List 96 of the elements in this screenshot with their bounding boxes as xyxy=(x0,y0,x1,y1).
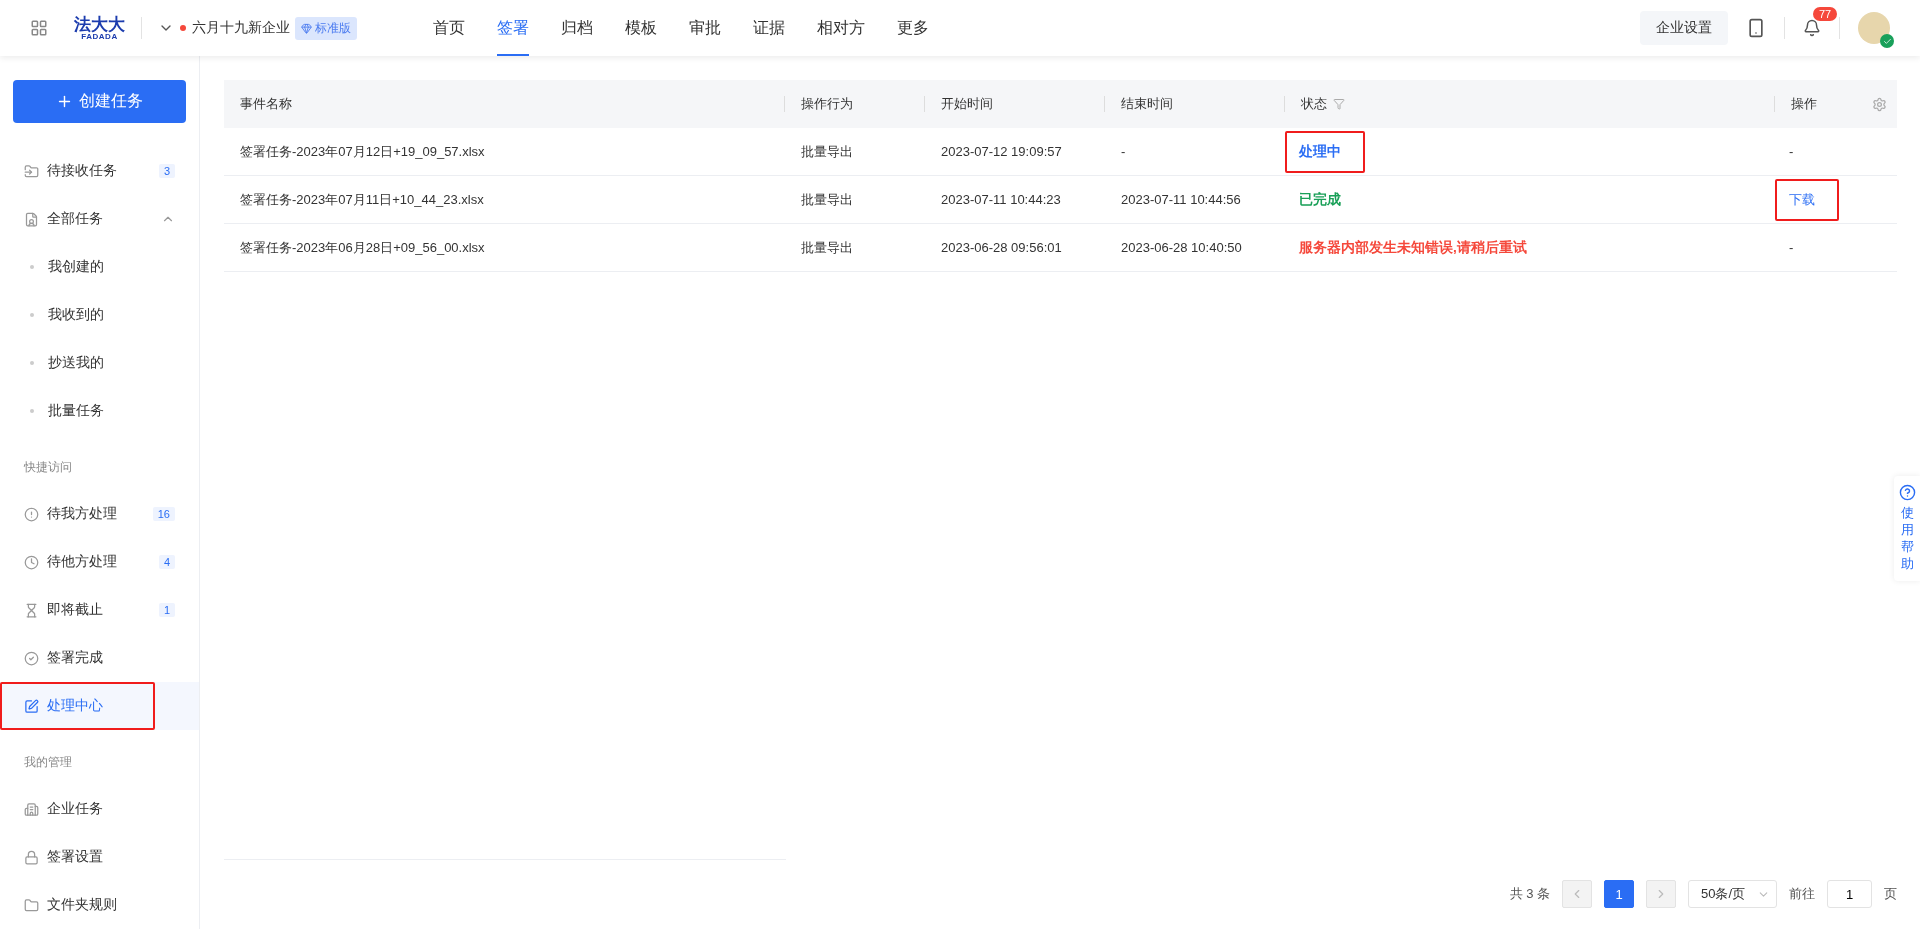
count-badge: 16 xyxy=(152,507,175,521)
count-badge: 1 xyxy=(158,603,175,617)
sidebar-item-label: 全部任务 xyxy=(47,210,103,228)
sidebar-item-label: 待我方处理 xyxy=(47,505,117,523)
nav-tab[interactable]: 模板 xyxy=(625,0,657,56)
table-cell: 2023-07-11 10:44:23 xyxy=(925,176,1105,224)
download-link[interactable]: 下载 xyxy=(1789,191,1815,207)
filter-icon[interactable] xyxy=(1333,98,1345,110)
table-cell: 批量导出 xyxy=(785,176,925,224)
sidebar-item-label: 企业任务 xyxy=(47,800,103,818)
nav-tab[interactable]: 更多 xyxy=(897,0,929,56)
folder-arrow-icon xyxy=(24,163,39,179)
table-cell: 批量导出 xyxy=(785,128,925,176)
count-badge: 3 xyxy=(158,164,175,178)
sidebar-subitem[interactable]: 批量任务 xyxy=(0,387,199,435)
enterprise-settings-button[interactable]: 企业设置 xyxy=(1640,11,1728,45)
sidebar-item-label: 处理中心 xyxy=(47,697,103,715)
check-circle-icon xyxy=(24,650,39,666)
table-cell: 批量导出 xyxy=(785,224,925,272)
sidebar-item[interactable]: 待我方处理 16 xyxy=(0,490,199,538)
company-name: 六月十九新企业 xyxy=(192,19,290,37)
sidebar-item[interactable]: 企业任务 xyxy=(0,785,199,833)
status-text: 处理中 xyxy=(1299,143,1341,159)
table-cell: 签署任务-2023年07月11日+10_44_23.xlsx xyxy=(224,176,785,224)
create-task-button[interactable]: 创建任务 xyxy=(13,80,186,123)
sidebar-item[interactable]: 待接收任务 3 xyxy=(0,147,199,195)
sidebar-item[interactable]: 签署完成 xyxy=(0,634,199,682)
help-tab[interactable]: 使用帮助 xyxy=(1894,476,1920,581)
table-cell: - xyxy=(1105,128,1285,176)
edition-tag: 标准版 xyxy=(295,16,357,40)
help-icon xyxy=(1898,484,1916,501)
sidebar-item-label: 待接收任务 xyxy=(47,162,117,180)
nav-tab[interactable]: 审批 xyxy=(689,0,721,56)
lock-icon xyxy=(24,849,39,865)
sidebar-item-label: 待他方处理 xyxy=(47,553,117,571)
page-size-select[interactable]: 50条/页 xyxy=(1688,880,1777,908)
sidebar-item[interactable]: 待他方处理 4 xyxy=(0,538,199,586)
nav-tab[interactable]: 签署 xyxy=(497,0,529,56)
sidebar-item-label: 即将截止 xyxy=(47,601,103,619)
sidebar-item[interactable]: 签署设置 xyxy=(0,833,199,881)
table-cell: 签署任务-2023年07月12日+19_09_57.xlsx xyxy=(224,128,785,176)
status-text: 服务器内部发生未知错误,请稍后重试 xyxy=(1299,239,1527,255)
folder-icon xyxy=(24,897,39,913)
verified-shield-icon xyxy=(1880,34,1894,48)
help-label: 使用帮助 xyxy=(1900,505,1914,573)
table-cell: - xyxy=(1789,144,1794,159)
section-title: 快捷访问 xyxy=(23,459,73,476)
nav-tab[interactable]: 证据 xyxy=(753,0,785,56)
status-text: 已完成 xyxy=(1299,191,1341,207)
diamond-icon xyxy=(301,22,312,34)
notification-badge: 77 xyxy=(1813,7,1838,21)
column-header: 状态 xyxy=(1285,80,1775,128)
document-person-icon xyxy=(24,211,39,227)
edit-icon xyxy=(24,698,39,714)
sidebar-subitem[interactable]: 我创建的 xyxy=(0,243,199,291)
column-header: 操作 xyxy=(1775,80,1897,128)
table-cell: 2023-07-12 19:09:57 xyxy=(925,128,1105,176)
count-badge: 4 xyxy=(158,555,175,569)
table-cell: - xyxy=(1789,240,1794,255)
hourglass-icon xyxy=(24,602,39,618)
building-icon xyxy=(24,801,39,817)
clock-icon xyxy=(24,554,39,570)
table-cell: 签署任务-2023年06月28日+09_56_00.xlsx xyxy=(224,224,785,272)
sidebar-item-label: 文件夹规则 xyxy=(47,896,117,914)
sidebar-item[interactable]: 全部任务 xyxy=(0,195,199,243)
nav-tab[interactable]: 归档 xyxy=(561,0,593,56)
page-button[interactable]: 1 xyxy=(1604,880,1634,908)
sidebar-subitem[interactable]: 抄送我的 xyxy=(0,339,199,387)
nav-tab[interactable]: 首页 xyxy=(433,0,465,56)
nav-tab[interactable]: 相对方 xyxy=(817,0,865,56)
sidebar-item[interactable]: 文件夹规则 xyxy=(0,881,199,929)
apps-grid-icon[interactable] xyxy=(30,19,48,37)
page-unit: 页 xyxy=(1884,885,1897,903)
column-header: 事件名称 xyxy=(224,80,785,128)
plus-icon xyxy=(56,93,73,110)
settings-icon[interactable] xyxy=(1872,96,1887,112)
sidebar-subitem[interactable]: 我收到的 xyxy=(0,291,199,339)
sidebar-item[interactable]: 处理中心 xyxy=(0,682,199,730)
goto-label: 前往 xyxy=(1789,885,1815,903)
sidebar-item-label: 签署完成 xyxy=(47,649,103,667)
status-dot-icon xyxy=(180,25,186,31)
logo: 法大大 FADADA xyxy=(74,15,125,41)
bell-icon[interactable] xyxy=(1803,19,1821,37)
phone-icon[interactable] xyxy=(1746,18,1766,38)
table-cell: 2023-06-28 10:40:50 xyxy=(1105,224,1285,272)
column-header: 开始时间 xyxy=(925,80,1105,128)
sidebar-item-label: 签署设置 xyxy=(47,848,103,866)
total-count: 共 3 条 xyxy=(1509,885,1550,903)
table-cell: 2023-07-11 10:44:56 xyxy=(1105,176,1285,224)
column-header: 结束时间 xyxy=(1105,80,1285,128)
section-title: 我的管理 xyxy=(23,754,73,771)
alert-circle-icon xyxy=(24,506,39,522)
goto-page-field[interactable]: 1 xyxy=(1827,880,1872,908)
sidebar-item[interactable]: 即将截止 1 xyxy=(0,586,199,634)
column-header: 操作行为 xyxy=(785,80,925,128)
table-cell: 2023-06-28 09:56:01 xyxy=(925,224,1105,272)
